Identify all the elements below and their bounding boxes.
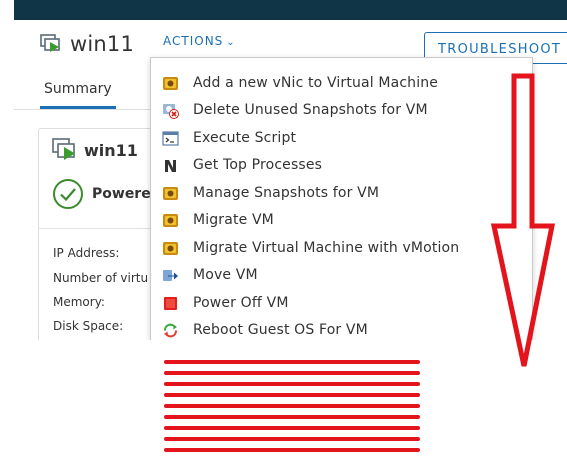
- redaction-line: [164, 382, 420, 386]
- vm-workflow-icon: [163, 187, 178, 200]
- menu-item-label: Delete Unused Snapshots for VM: [193, 102, 428, 118]
- redaction-line: [164, 415, 420, 419]
- power-state-label: Powere: [92, 186, 151, 202]
- redaction-line: [164, 426, 420, 430]
- redaction-line: [164, 360, 420, 364]
- menu-item-label: Migrate Virtual Machine with vMotion: [193, 240, 460, 256]
- menu-item-label: Get Top Processes: [193, 157, 323, 173]
- processes-icon: [165, 160, 176, 172]
- menu-item-add-vnic[interactable]: Add a new vNic to Virtual Machine: [151, 70, 532, 97]
- menu-item-migrate-vm[interactable]: Migrate VM: [151, 207, 532, 234]
- menu-item-get-top-processes[interactable]: Get Top Processes: [151, 152, 532, 179]
- menu-item-label: Manage Snapshots for VM: [193, 185, 380, 201]
- check-circle-icon: [53, 179, 83, 209]
- redaction-line: [164, 393, 420, 397]
- vm-icon: [52, 138, 75, 160]
- redaction-line: [164, 371, 420, 375]
- menu-item-label: Add a new vNic to Virtual Machine: [193, 75, 439, 91]
- vm-icon: [40, 34, 60, 52]
- property-cpu-count-label: Number of virtu: [53, 271, 149, 285]
- menu-item-label: Execute Script: [193, 130, 297, 146]
- menu-item-label: Migrate VM: [193, 212, 274, 228]
- scroll-down-annotation-arrow-icon: [490, 73, 556, 367]
- menu-item-power-off-vm[interactable]: Power Off VM: [151, 290, 532, 317]
- menu-item-label: Power Off VM: [193, 295, 289, 311]
- menu-item-move-vm[interactable]: Move VM: [151, 262, 532, 289]
- vm-header: win11: [40, 32, 134, 56]
- vm-name: win11: [70, 32, 135, 56]
- tabs-divider: [14, 109, 154, 110]
- reboot-icon: [164, 323, 177, 338]
- menu-item-delete-unused-snapshots[interactable]: Delete Unused Snapshots for VM: [151, 97, 532, 124]
- top-navigation-bar: [14, 0, 567, 20]
- delete-snapshot-icon: [163, 104, 179, 119]
- chevron-down-icon: ⌄: [226, 36, 236, 48]
- terminal-icon: [162, 131, 179, 146]
- redaction-line: [164, 437, 420, 441]
- property-ip-address-label: IP Address:: [53, 246, 120, 260]
- vm-workflow-icon: [163, 214, 178, 227]
- menu-item-manage-snapshots[interactable]: Manage Snapshots for VM: [151, 180, 532, 207]
- vm-workflow-icon: [163, 242, 178, 255]
- summary-card-header: win11: [52, 138, 138, 162]
- power-status: Powere: [52, 178, 151, 210]
- actions-menu: Add a new vNic to Virtual Machine Delete…: [150, 57, 533, 340]
- redaction-line: [164, 448, 420, 452]
- menu-item-migrate-vmotion[interactable]: Migrate Virtual Machine with vMotion: [151, 235, 532, 262]
- tab-summary[interactable]: Summary: [44, 81, 112, 97]
- menu-item-label: Reboot Guest OS For VM: [193, 322, 368, 338]
- actions-label: ACTIONS: [163, 34, 224, 48]
- move-vm-icon: [163, 270, 178, 281]
- property-disk-space-label: Disk Space:: [53, 319, 124, 333]
- actions-dropdown-button[interactable]: ACTIONS ⌄: [163, 34, 236, 48]
- redaction-line: [164, 404, 420, 408]
- property-memory-label: Memory:: [53, 295, 105, 309]
- menu-item-execute-script[interactable]: Execute Script: [151, 125, 532, 152]
- vm-workflow-icon: [163, 77, 178, 90]
- summary-vm-name: win11: [84, 140, 138, 160]
- card-divider: [38, 228, 168, 229]
- menu-item-label: Move VM: [193, 267, 258, 283]
- power-off-icon: [164, 297, 177, 310]
